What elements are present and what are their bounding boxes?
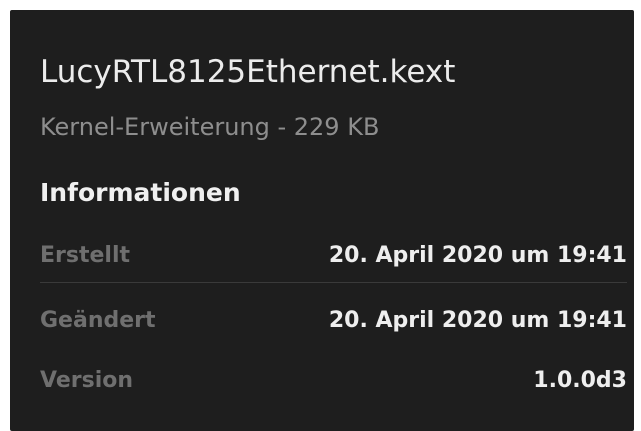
info-divider bbox=[40, 282, 627, 283]
modified-label: Geändert bbox=[40, 308, 156, 333]
file-kind-size: Kernel-Erweiterung - 229 KB bbox=[40, 113, 380, 141]
info-row-created: Erstellt 20. April 2020 um 19:41 bbox=[40, 236, 627, 276]
created-label: Erstellt bbox=[40, 243, 131, 268]
file-info-panel: LucyRTL8125Ethernet.kext Kernel-Erweiter… bbox=[10, 10, 634, 431]
file-name-title: LucyRTL8125Ethernet.kext bbox=[40, 54, 456, 90]
information-section-heading: Informationen bbox=[40, 178, 241, 207]
info-row-version: Version 1.0.0d3 bbox=[40, 361, 627, 401]
created-value: 20. April 2020 um 19:41 bbox=[328, 243, 627, 268]
version-label: Version bbox=[40, 368, 134, 393]
info-row-modified: Geändert 20. April 2020 um 19:41 bbox=[40, 301, 627, 341]
modified-value: 20. April 2020 um 19:41 bbox=[328, 308, 627, 333]
version-value: 1.0.0d3 bbox=[533, 368, 627, 393]
